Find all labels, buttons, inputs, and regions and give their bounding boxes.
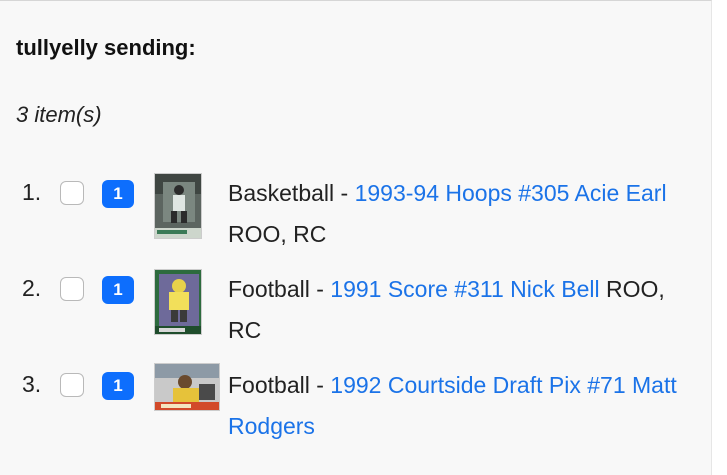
list-item: 2. 1 Football - 1991 Score #311 Nick Bel… (0, 265, 712, 361)
quantity-badge: 1 (102, 372, 134, 400)
item-checkbox[interactable] (60, 277, 84, 301)
sender-title: tullyelly sending: (16, 35, 196, 60)
item-list: 1. 1 Basketball - 1993-94 Hoops #305 Aci… (0, 169, 712, 457)
item-sport: Football (228, 372, 310, 398)
quantity-badge: 1 (102, 276, 134, 304)
item-separator: - (309, 276, 331, 302)
football-card-thumbnail[interactable] (154, 363, 220, 411)
item-description: Football - 1992 Courtside Draft Pix #71 … (228, 365, 698, 447)
item-count: 3 item(s) (16, 102, 102, 127)
item-checkbox[interactable] (60, 373, 84, 397)
item-separator: - (309, 372, 331, 398)
item-description: Basketball - 1993-94 Hoops #305 Acie Ear… (228, 173, 698, 255)
item-sport: Football (228, 276, 310, 302)
item-checkbox[interactable] (60, 181, 84, 205)
football-card-thumbnail[interactable] (154, 269, 202, 335)
item-index: 2. (22, 275, 42, 301)
list-item: 1. 1 Basketball - 1993-94 Hoops #305 Aci… (0, 169, 712, 265)
quantity-badge: 1 (102, 180, 134, 208)
item-index: 3. (22, 371, 42, 397)
card-title-link[interactable]: 1993-94 Hoops #305 Acie Earl (355, 180, 667, 206)
item-attributes: ROO, RC (228, 221, 327, 247)
list-item: 3. 1 Football - 1992 Courtside Draft Pix… (0, 361, 712, 457)
item-index: 1. (22, 179, 42, 205)
item-sport: Basketball (228, 180, 335, 206)
item-description: Football - 1991 Score #311 Nick Bell ROO… (228, 269, 698, 351)
basketball-card-thumbnail[interactable] (154, 173, 202, 239)
sending-panel: tullyelly sending: 3 item(s) 1. 1 Basket… (0, 0, 712, 475)
card-title-link[interactable]: 1991 Score #311 Nick Bell (330, 276, 599, 302)
item-separator: - (334, 180, 355, 206)
